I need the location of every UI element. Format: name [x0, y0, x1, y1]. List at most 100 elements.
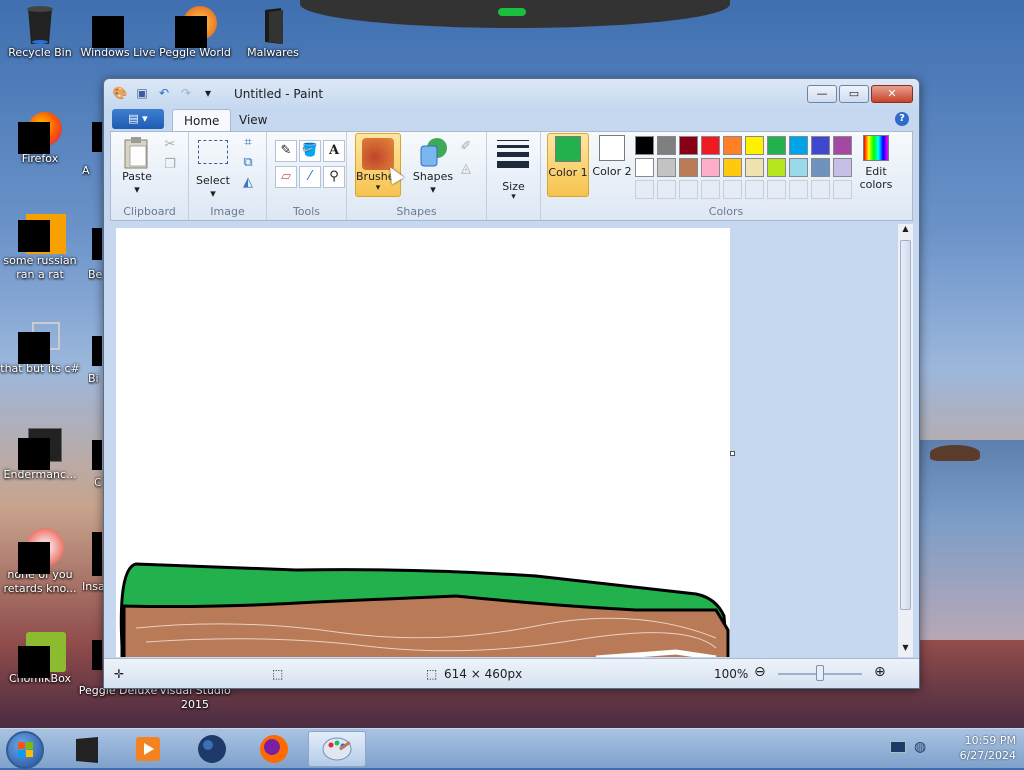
help-icon[interactable]: ?: [895, 112, 909, 126]
desktop-icon-windows-live[interactable]: Windows Live: [78, 6, 158, 60]
palette-swatch[interactable]: [679, 180, 698, 199]
vertical-scrollbar[interactable]: ▲ ▼: [897, 224, 913, 657]
crop-icon[interactable]: ⌗: [239, 134, 257, 152]
network-icon[interactable]: [890, 741, 906, 753]
copy-icon[interactable]: ❐: [161, 156, 179, 174]
desktop-icon-chomikbox[interactable]: ChomikBox: [0, 632, 80, 686]
palette-swatch[interactable]: [745, 136, 764, 155]
taskbar-app-firefox[interactable]: [248, 731, 300, 767]
paste-button[interactable]: Paste ▾: [117, 136, 157, 196]
desktop-icon-firefox[interactable]: Firefox: [0, 112, 80, 166]
desktop-icon-none-of-you[interactable]: none of you retards kno...: [0, 528, 80, 596]
fill-shape-icon[interactable]: ◬: [457, 160, 475, 178]
palette-swatch[interactable]: [635, 180, 654, 199]
ribbon: Paste ▾ ✂ ❐ Clipboard Select ▾ ⌗ ⧉ ◭ Image…: [110, 131, 913, 221]
select-button[interactable]: Select ▾: [193, 138, 233, 200]
canvas-resize-handle[interactable]: [730, 451, 735, 456]
palette-swatch[interactable]: [635, 158, 654, 177]
desktop-icon-recycle-bin[interactable]: Recycle Bin: [0, 6, 80, 60]
paint-app-icon[interactable]: 🎨: [112, 85, 128, 101]
palette-swatch[interactable]: [789, 136, 808, 155]
palette-swatch[interactable]: [833, 180, 852, 199]
palette-swatch[interactable]: [679, 136, 698, 155]
scrollbar-thumb[interactable]: [900, 240, 911, 610]
desktop-icon-partial[interactable]: [92, 122, 102, 152]
volume-icon[interactable]: ◍: [914, 739, 926, 755]
palette-swatch[interactable]: [635, 136, 654, 155]
color2-button[interactable]: Color 2: [591, 133, 633, 197]
scroll-up-icon[interactable]: ▲: [898, 224, 913, 238]
palette-swatch[interactable]: [833, 136, 852, 155]
pencil-icon[interactable]: ✎: [275, 140, 297, 162]
desktop-icon-partial[interactable]: [92, 640, 102, 670]
palette-swatch[interactable]: [833, 158, 852, 177]
desktop-icon-malwares[interactable]: Malwares: [233, 6, 313, 60]
palette-swatch[interactable]: [767, 136, 786, 155]
magnifier-icon[interactable]: ⚲: [323, 166, 345, 188]
desktop-icon-partial[interactable]: [92, 440, 102, 470]
desktop-icon-that-but-its-c[interactable]: that but its c#: [0, 322, 80, 376]
palette-swatch[interactable]: [657, 180, 676, 199]
zoom-in-icon[interactable]: ⊕: [874, 664, 886, 680]
color1-button[interactable]: Color 1: [547, 133, 589, 197]
palette-swatch[interactable]: [745, 158, 764, 177]
customize-qat-icon[interactable]: ▾: [200, 85, 216, 101]
desktop-icon-some-russian[interactable]: some russian ran a rat: [0, 214, 80, 282]
zoom-slider-thumb[interactable]: [816, 665, 824, 681]
cut-icon[interactable]: ✂: [161, 136, 179, 154]
palette-swatch[interactable]: [723, 136, 742, 155]
desktop-icon-endermanc[interactable]: Endermanc...: [0, 428, 80, 482]
close-button[interactable]: ✕: [871, 85, 913, 103]
taskbar-app-paint[interactable]: [308, 731, 366, 767]
palette-swatch[interactable]: [701, 180, 720, 199]
undo-icon[interactable]: ↶: [156, 85, 172, 101]
palette-swatch[interactable]: [657, 136, 676, 155]
title-bar[interactable]: 🎨 ▣ ↶ ↷ ▾ Untitled - Paint — ▭ ✕: [104, 79, 919, 109]
palette-swatch[interactable]: [767, 158, 786, 177]
palette-swatch[interactable]: [811, 180, 830, 199]
desktop-icon-partial[interactable]: [92, 532, 102, 576]
zoom-out-icon[interactable]: ⊖: [754, 664, 766, 680]
desktop-icon-peggle-world[interactable]: Peggle World: [155, 6, 235, 60]
eraser-icon[interactable]: ▱: [275, 166, 297, 188]
outline-icon[interactable]: ✐: [457, 138, 475, 156]
palette-swatch[interactable]: [679, 158, 698, 177]
start-button[interactable]: [6, 731, 44, 769]
desktop-icon-partial[interactable]: [92, 228, 102, 260]
palette-swatch[interactable]: [657, 158, 676, 177]
palette-swatch[interactable]: [701, 136, 720, 155]
taskbar-app-media-player[interactable]: [122, 731, 174, 767]
palette-swatch[interactable]: [745, 180, 764, 199]
minimize-button[interactable]: —: [807, 85, 837, 103]
taskbar-app-globe[interactable]: [186, 731, 238, 767]
scroll-down-icon[interactable]: ▼: [898, 643, 913, 657]
canvas-area[interactable]: [110, 224, 910, 657]
resize-icon[interactable]: ⧉: [239, 154, 257, 172]
tab-home[interactable]: Home: [172, 109, 232, 131]
palette-swatch[interactable]: [789, 180, 808, 199]
edit-colors-button[interactable]: Edit colors: [853, 133, 899, 197]
taskbar-app-malwares[interactable]: [62, 731, 114, 767]
palette-swatch[interactable]: [701, 158, 720, 177]
palette-swatch[interactable]: [811, 158, 830, 177]
palette-swatch[interactable]: [723, 180, 742, 199]
tab-view[interactable]: View: [228, 109, 278, 131]
clock[interactable]: 10:59 PM 6/27/2024: [960, 733, 1016, 763]
color-picker-icon[interactable]: ⁄: [299, 166, 321, 188]
select-icon: [197, 140, 229, 172]
drawing-canvas[interactable]: [116, 228, 730, 657]
paint-menu-button[interactable]: ▤ ▾: [112, 109, 164, 129]
save-icon[interactable]: ▣: [134, 85, 150, 101]
size-group[interactable]: Size ▾: [487, 132, 541, 220]
palette-swatch[interactable]: [723, 158, 742, 177]
redo-icon[interactable]: ↷: [178, 85, 194, 101]
text-icon[interactable]: A: [323, 140, 345, 162]
shapes-button[interactable]: Shapes ▾: [411, 136, 455, 196]
desktop-icon-partial[interactable]: [92, 336, 102, 366]
palette-swatch[interactable]: [811, 136, 830, 155]
palette-swatch[interactable]: [789, 158, 808, 177]
rotate-icon[interactable]: ◭: [239, 174, 257, 192]
maximize-button[interactable]: ▭: [839, 85, 869, 103]
fill-icon[interactable]: 🪣: [299, 140, 321, 162]
palette-swatch[interactable]: [767, 180, 786, 199]
